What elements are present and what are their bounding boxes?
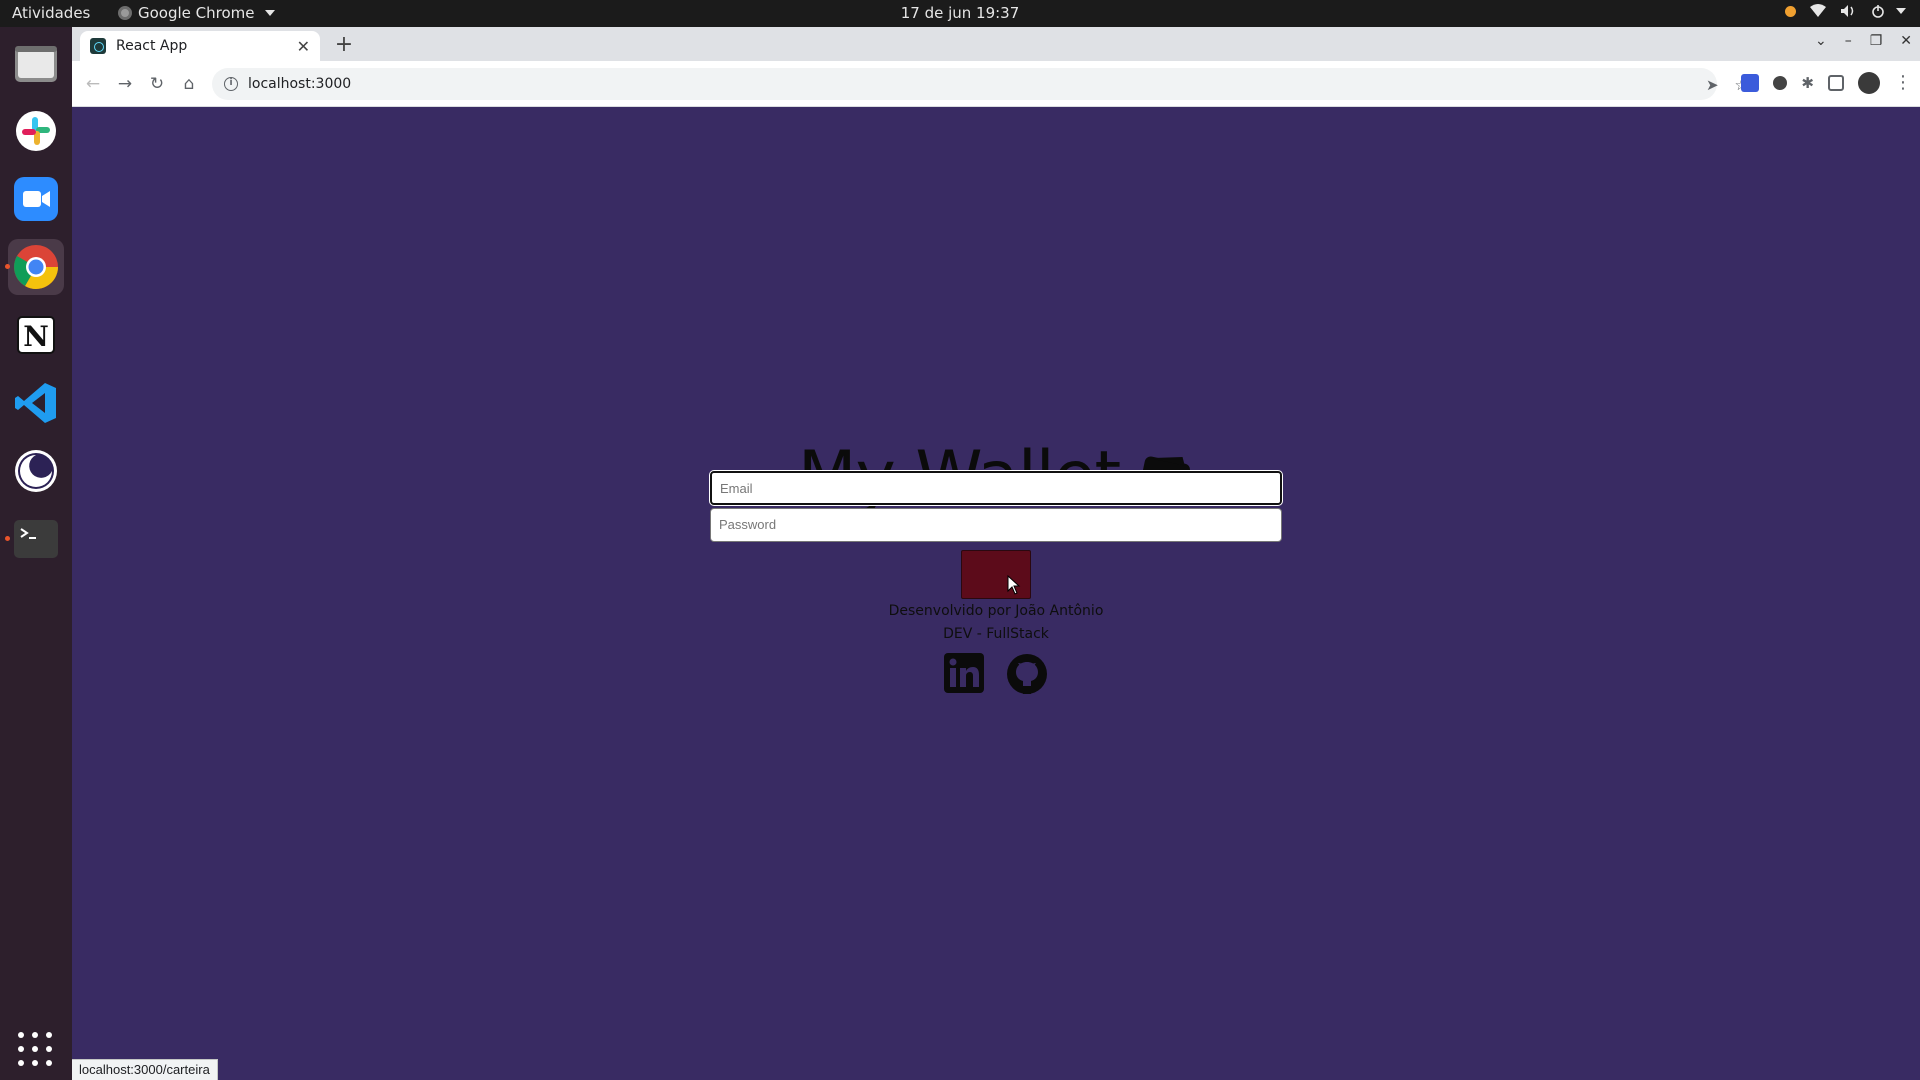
window-controls: ⌄ – ❐ ✕ — [1815, 33, 1912, 49]
extension-2-icon[interactable] — [1773, 76, 1788, 90]
zoom-icon[interactable] — [8, 171, 64, 227]
puzzle-icon[interactable]: ✱ — [1801, 74, 1814, 92]
chevron-down-icon — [1896, 8, 1906, 14]
github-icon[interactable] — [1006, 653, 1048, 695]
notion-icon[interactable]: N — [8, 307, 64, 363]
profile-avatar[interactable] — [1858, 72, 1880, 94]
dock: N — [0, 27, 72, 1080]
system-tray[interactable] — [1785, 4, 1906, 18]
running-indicator-icon — [5, 536, 10, 541]
tab-react-app[interactable]: React App ✕ — [80, 31, 320, 61]
social-links — [72, 653, 1920, 695]
home-icon[interactable]: ⌂ — [178, 73, 200, 95]
slack-icon[interactable] — [8, 103, 64, 159]
page-body: My Wallet Email Password Desenvolvido po… — [72, 107, 1920, 1080]
files-icon[interactable] — [8, 35, 64, 91]
back-icon[interactable]: ← — [82, 73, 104, 95]
linkedin-icon[interactable] — [944, 653, 984, 693]
browser-window: React App ✕ + ⌄ – ❐ ✕ ← → ↻ ⌂ i localhos… — [72, 27, 1920, 1080]
forward-icon[interactable]: → — [114, 73, 136, 95]
clock[interactable]: 17 de jun 19:37 — [0, 4, 1920, 22]
wifi-icon — [1810, 4, 1826, 17]
tab-title: React App — [116, 38, 188, 54]
volume-icon — [1841, 5, 1854, 17]
more-menu-icon[interactable]: ⋮ — [1894, 74, 1912, 92]
credit-author: Desenvolvido por João Antônio — [888, 603, 1104, 619]
mouse-cursor-icon — [1007, 575, 1021, 595]
tab-search-icon[interactable]: ⌄ — [1815, 33, 1827, 49]
new-tab-button[interactable]: + — [330, 32, 358, 60]
vscode-icon[interactable] — [8, 375, 64, 431]
minimize-icon[interactable]: – — [1845, 33, 1852, 49]
password-input[interactable]: Password — [710, 508, 1282, 542]
svg-text:N: N — [23, 320, 49, 353]
address-bar[interactable]: i localhost:3000 — [212, 68, 1717, 100]
browser-toolbar: ← → ↻ ⌂ i localhost:3000 ➤ ☆ ✱ ⋮ — [72, 61, 1920, 107]
apps-grid-icon[interactable] — [18, 1032, 52, 1066]
address-text: localhost:3000 — [248, 76, 352, 92]
close-window-icon[interactable]: ✕ — [1900, 33, 1912, 49]
toolbar-right: ✱ ⋮ — [1741, 72, 1912, 94]
system-top-bar: Atividades Google Chrome 17 de jun 19:37 — [0, 0, 1920, 27]
tab-strip: React App ✕ + ⌄ – ❐ ✕ — [72, 27, 1920, 61]
chrome-icon[interactable] — [5, 239, 64, 295]
react-favicon-icon — [90, 38, 106, 54]
extension-icon[interactable] — [1741, 74, 1760, 92]
running-indicator-icon — [5, 264, 10, 269]
share-icon[interactable]: ➤ — [1706, 76, 1719, 94]
email-input[interactable]: Email — [710, 471, 1282, 505]
link-status-bar: localhost:3000/carteira — [72, 1059, 218, 1080]
reload-icon[interactable]: ↻ — [146, 73, 168, 95]
site-info-icon[interactable]: i — [224, 77, 238, 91]
notification-dot-icon — [1785, 5, 1796, 17]
credit-role: DEV - FullStack — [943, 626, 1049, 642]
restore-icon[interactable]: ❐ — [1870, 33, 1883, 49]
terminal-icon[interactable] — [5, 511, 64, 567]
eclipse-icon[interactable] — [8, 443, 64, 499]
side-panel-icon[interactable] — [1828, 75, 1844, 91]
close-tab-icon[interactable]: ✕ — [297, 37, 310, 56]
power-icon — [1872, 5, 1884, 18]
